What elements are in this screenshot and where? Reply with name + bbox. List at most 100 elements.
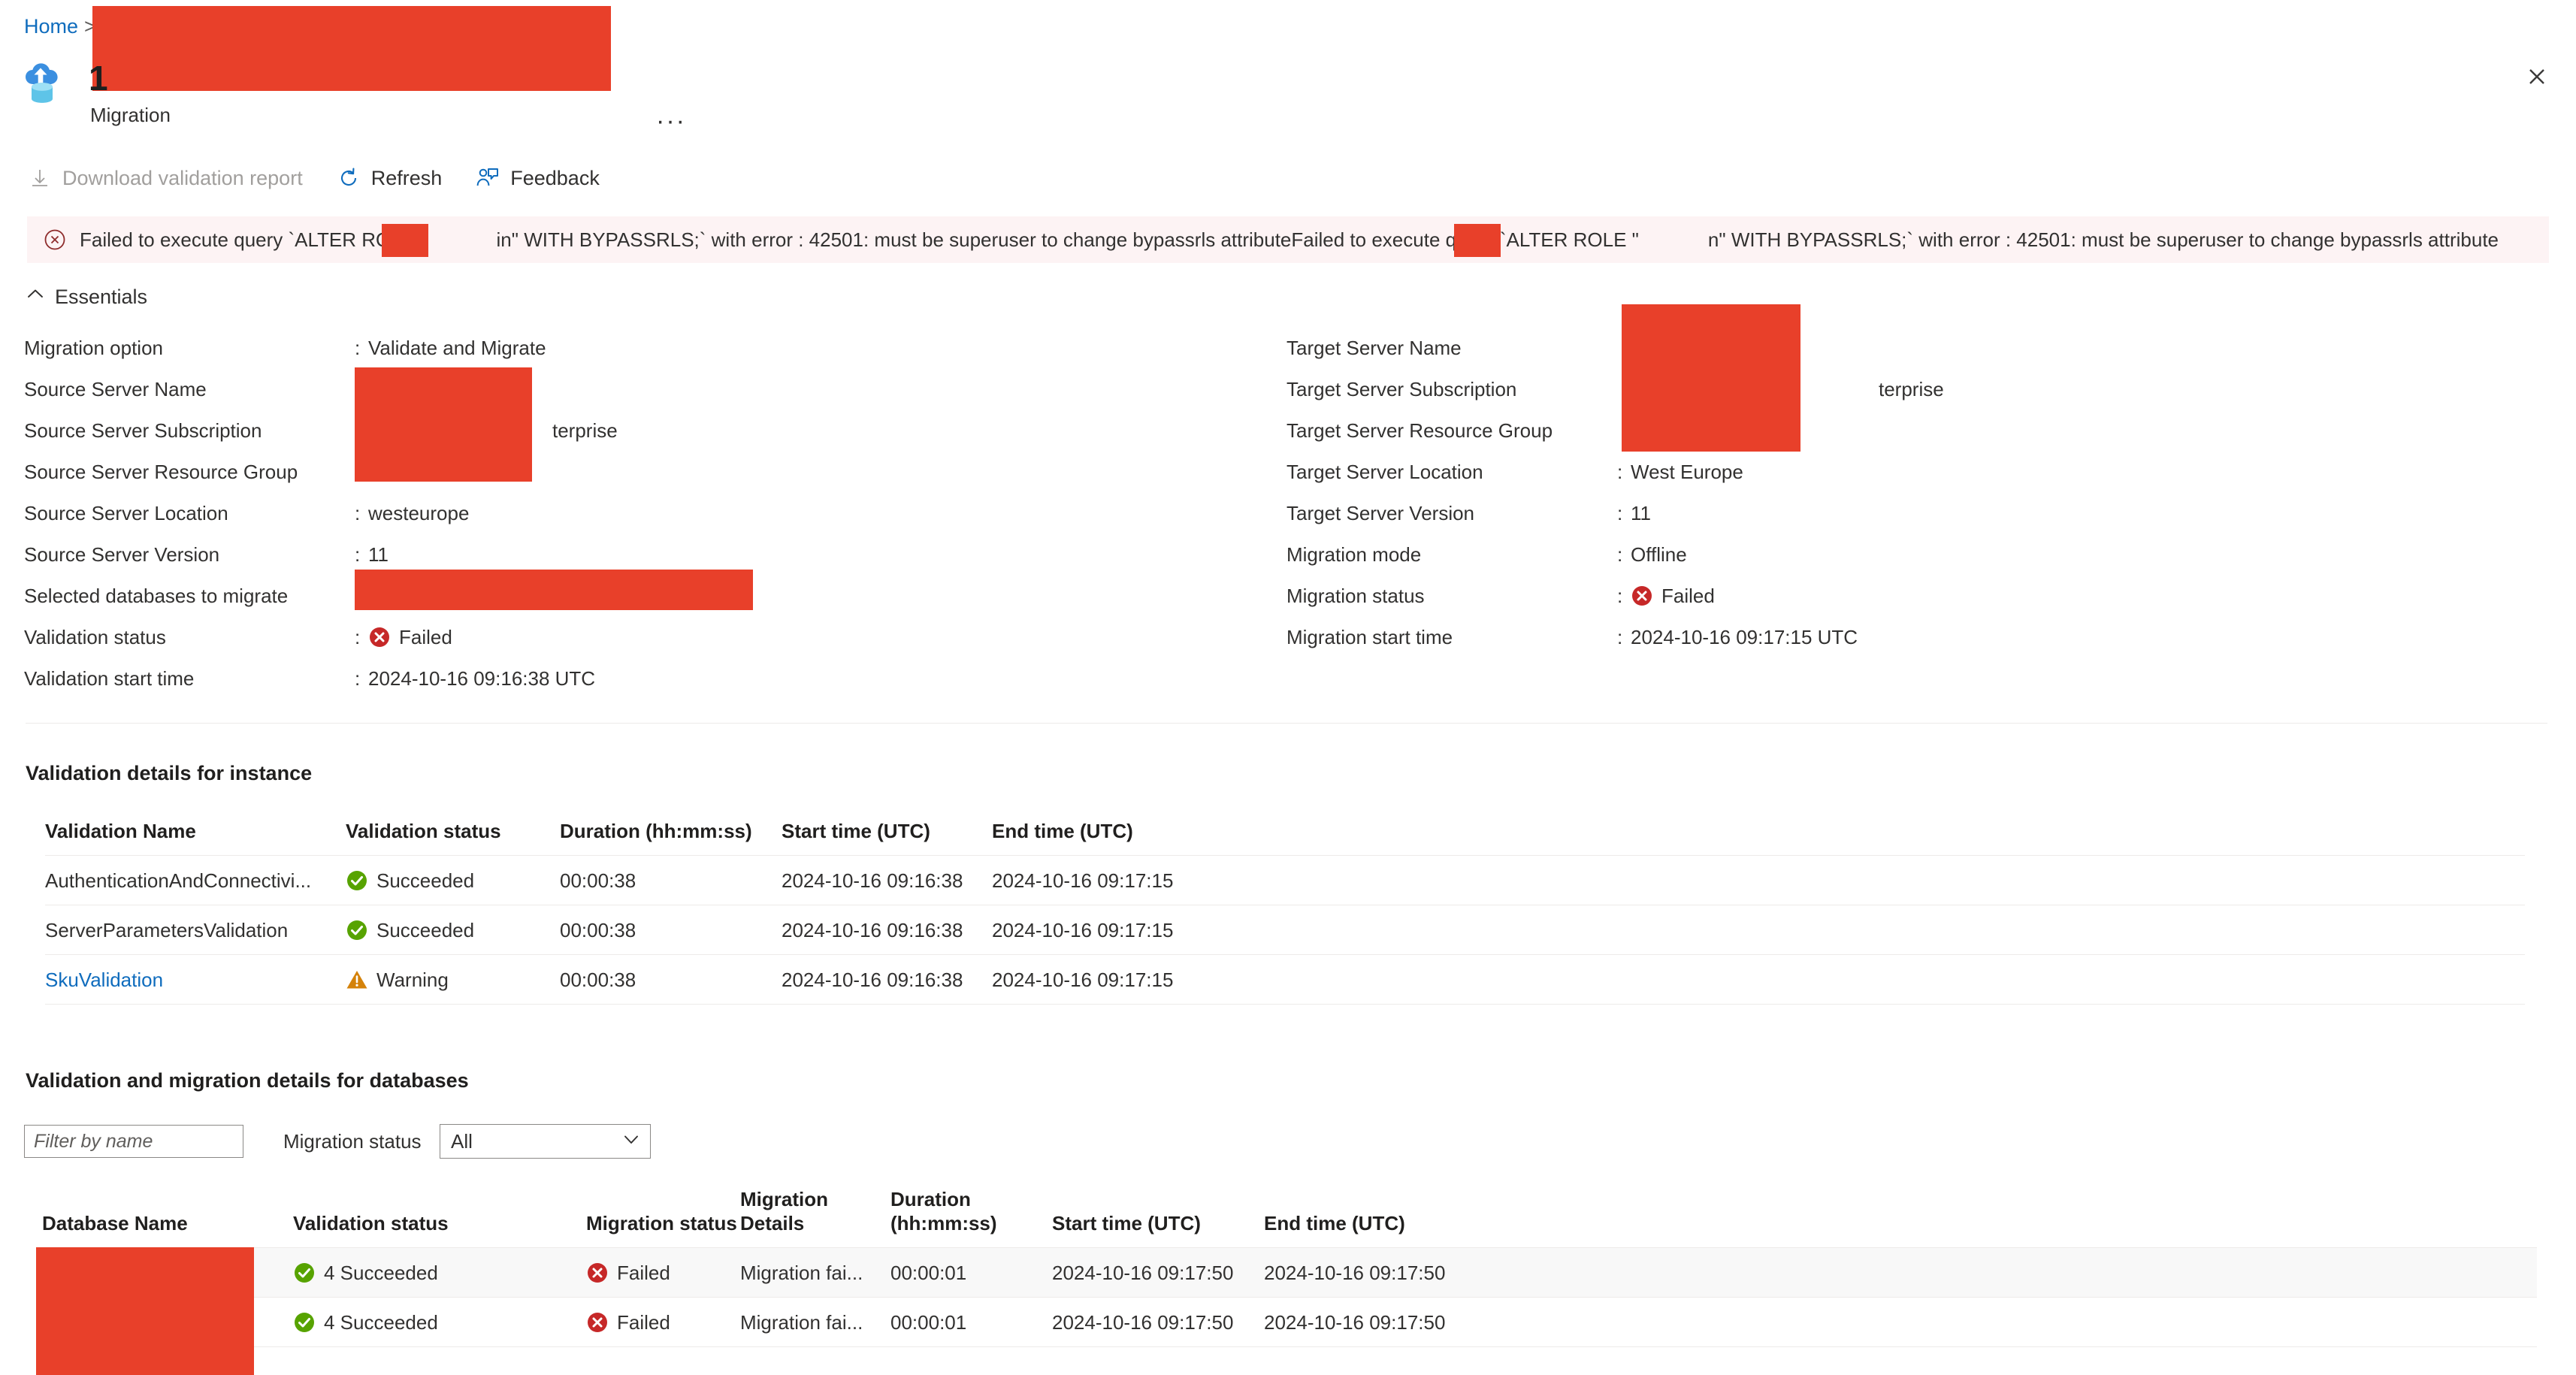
breadcrumb-home-link[interactable]: Home bbox=[24, 15, 78, 38]
essentials-colon: : bbox=[355, 543, 361, 566]
essentials-key: Source Server Version bbox=[24, 543, 220, 566]
cell-duration: 00:00:01 bbox=[890, 1261, 967, 1284]
table-header-row: Validation Name Validation status Durati… bbox=[45, 819, 2525, 856]
table-row[interactable]: AuthenticationAndConnectivi... Succeeded… bbox=[45, 855, 2525, 905]
success-icon bbox=[293, 1262, 316, 1284]
cell-end-time: 2024-10-16 09:17:15 bbox=[992, 918, 1174, 941]
essentials-key: Target Server Resource Group bbox=[1286, 419, 1553, 442]
download-validation-report-label: Download validation report bbox=[62, 167, 303, 189]
download-icon bbox=[27, 165, 53, 191]
migration-status-selected-value: All bbox=[451, 1129, 473, 1153]
close-icon[interactable] bbox=[2519, 59, 2555, 95]
sku-validation-link[interactable]: SkuValidation bbox=[45, 969, 163, 991]
status-text: Failed bbox=[617, 1310, 670, 1334]
cell-migration-status: Failed bbox=[586, 1248, 740, 1298]
cell-validation-name: SkuValidation bbox=[45, 955, 346, 1005]
column-header-database-name: Database Name bbox=[42, 1212, 188, 1234]
essentials-row: Source Server Resource Group : bbox=[24, 461, 1271, 502]
essentials-row: Migration mode : Offline bbox=[1286, 543, 2549, 585]
essentials-value: westeurope bbox=[368, 502, 470, 524]
cell-validation-status: Warning bbox=[346, 955, 560, 1005]
table-row[interactable]: ServerParametersValidation Succeeded 00:… bbox=[45, 905, 2525, 955]
essentials-row-migration-status: Migration status : Failed bbox=[1286, 585, 2549, 626]
essentials-key: Migration start time bbox=[1286, 626, 1453, 648]
essentials-row: Target Server Version : 11 bbox=[1286, 502, 2549, 543]
essentials-label: Essentials bbox=[55, 285, 148, 308]
essentials-toggle[interactable]: Essentials bbox=[26, 284, 147, 309]
essentials-key: Target Server Name bbox=[1286, 337, 1462, 359]
essentials-key: Source Server Name bbox=[24, 378, 207, 400]
migration-status-filter-label: Migration status bbox=[283, 1130, 422, 1153]
essentials-row: Validation start time : 2024-10-16 09:16… bbox=[24, 667, 1271, 709]
more-options-button[interactable]: ··· bbox=[656, 108, 686, 134]
column-header-end-time: End time (UTC) bbox=[1264, 1212, 1405, 1234]
table-row[interactable]: 4 Succeeded Failed Migration fai... 00:0… bbox=[42, 1297, 2537, 1347]
status-text: Failed bbox=[399, 626, 452, 648]
essentials-right-column: Target Server Name Target Server Subscri… bbox=[1286, 337, 2549, 667]
success-icon bbox=[346, 919, 368, 941]
redaction-block-database-names bbox=[36, 1247, 254, 1375]
essentials-key: Target Server Location bbox=[1286, 461, 1483, 483]
table-header-row: Database Name Validation status Migratio… bbox=[42, 1187, 2537, 1248]
cell-end-time: 2024-10-16 09:17:15 bbox=[992, 968, 1174, 991]
filter-by-name-input[interactable] bbox=[24, 1125, 243, 1158]
feedback-button[interactable]: Feedback bbox=[475, 165, 600, 191]
table-row[interactable]: 4 Succeeded Failed Migration fai... 00:0… bbox=[42, 1247, 2537, 1298]
cell-start-time: 2024-10-16 09:16:38 bbox=[782, 968, 963, 991]
cell-start-time: 2024-10-16 09:16:38 bbox=[782, 918, 963, 941]
redaction-block-title bbox=[92, 6, 611, 91]
error-icon bbox=[586, 1262, 609, 1284]
cell-end-time: 2024-10-16 09:17:15 bbox=[992, 869, 1174, 892]
essentials-row: Migration option : Validate and Migrate bbox=[24, 337, 1271, 378]
essentials-colon: : bbox=[355, 667, 361, 690]
cell-start-time: 2024-10-16 09:17:50 bbox=[1052, 1261, 1234, 1284]
chevron-down-icon bbox=[621, 1129, 641, 1154]
column-header-migration-details: Migration Details bbox=[740, 1188, 828, 1234]
warning-icon bbox=[346, 969, 368, 991]
migration-status-dropdown[interactable]: All bbox=[440, 1124, 651, 1159]
refresh-icon bbox=[336, 165, 361, 191]
essentials-value-wrap: Failed bbox=[368, 626, 1271, 648]
column-header-validation-name: Validation Name bbox=[45, 820, 196, 842]
migration-blade: Home > 1 Migration ··· Download validati… bbox=[0, 0, 2576, 1375]
cell-end-time: 2024-10-16 09:17:50 bbox=[1264, 1261, 1446, 1284]
essentials-key: Source Server Subscription bbox=[24, 419, 262, 442]
status-text: Failed bbox=[617, 1261, 670, 1284]
cell-start-time: 2024-10-16 09:16:38 bbox=[782, 869, 963, 892]
essentials-row: Target Server Subscription terprise bbox=[1286, 378, 2549, 419]
error-banner-text-part1: Failed to execute query `ALTER ROLE " bbox=[80, 228, 428, 251]
databases-table: Database Name Validation status Migratio… bbox=[42, 1187, 2537, 1347]
essentials-row: Target Server Location : West Europe bbox=[1286, 461, 2549, 502]
essentials-key: Target Server Subscription bbox=[1286, 378, 1517, 400]
success-icon bbox=[293, 1311, 316, 1334]
table-row[interactable]: SkuValidation Warning 00:00:38 2024-10-1… bbox=[45, 954, 2525, 1005]
cell-validation-status: Succeeded bbox=[346, 856, 560, 905]
redaction-block-error-2 bbox=[1454, 224, 1501, 257]
essentials-key: Source Server Location bbox=[24, 502, 228, 524]
feedback-label: Feedback bbox=[510, 167, 600, 189]
essentials-row: Migration start time : 2024-10-16 09:17:… bbox=[1286, 626, 2549, 667]
chevron-up-icon bbox=[26, 284, 45, 309]
cell-migration-details: Migration fai... bbox=[740, 1310, 863, 1334]
error-icon bbox=[368, 626, 391, 648]
error-banner-text-part3: n" WITH BYPASSRLS;` with error : 42501: … bbox=[1707, 228, 2499, 251]
status-text: 4 Succeeded bbox=[324, 1310, 438, 1334]
essentials-key: Migration option bbox=[24, 337, 163, 359]
essentials-colon: : bbox=[1617, 626, 1623, 648]
cell-validation-status: Succeeded bbox=[346, 905, 560, 955]
essentials-key: Validation start time bbox=[24, 667, 195, 690]
column-header-duration: Duration (hh:mm:ss) bbox=[560, 820, 752, 842]
cell-migration-details: Migration fai... bbox=[740, 1261, 863, 1284]
section-divider bbox=[26, 723, 2547, 724]
refresh-button[interactable]: Refresh bbox=[336, 165, 442, 191]
download-validation-report-button[interactable]: Download validation report bbox=[27, 165, 303, 191]
essentials-left-column: Migration option : Validate and Migrate … bbox=[24, 337, 1271, 709]
cell-end-time: 2024-10-16 09:17:50 bbox=[1264, 1310, 1446, 1334]
redaction-block-source-server bbox=[355, 367, 532, 482]
essentials-colon: : bbox=[1617, 502, 1623, 524]
column-header-duration: Duration (hh:mm:ss) bbox=[890, 1188, 997, 1234]
page-subtitle: Migration bbox=[90, 104, 171, 126]
essentials-row-validation-status: Validation status : Failed bbox=[24, 626, 1271, 667]
essentials-value: Validate and Migrate bbox=[368, 337, 546, 359]
redaction-block-target-server bbox=[1622, 304, 1800, 452]
